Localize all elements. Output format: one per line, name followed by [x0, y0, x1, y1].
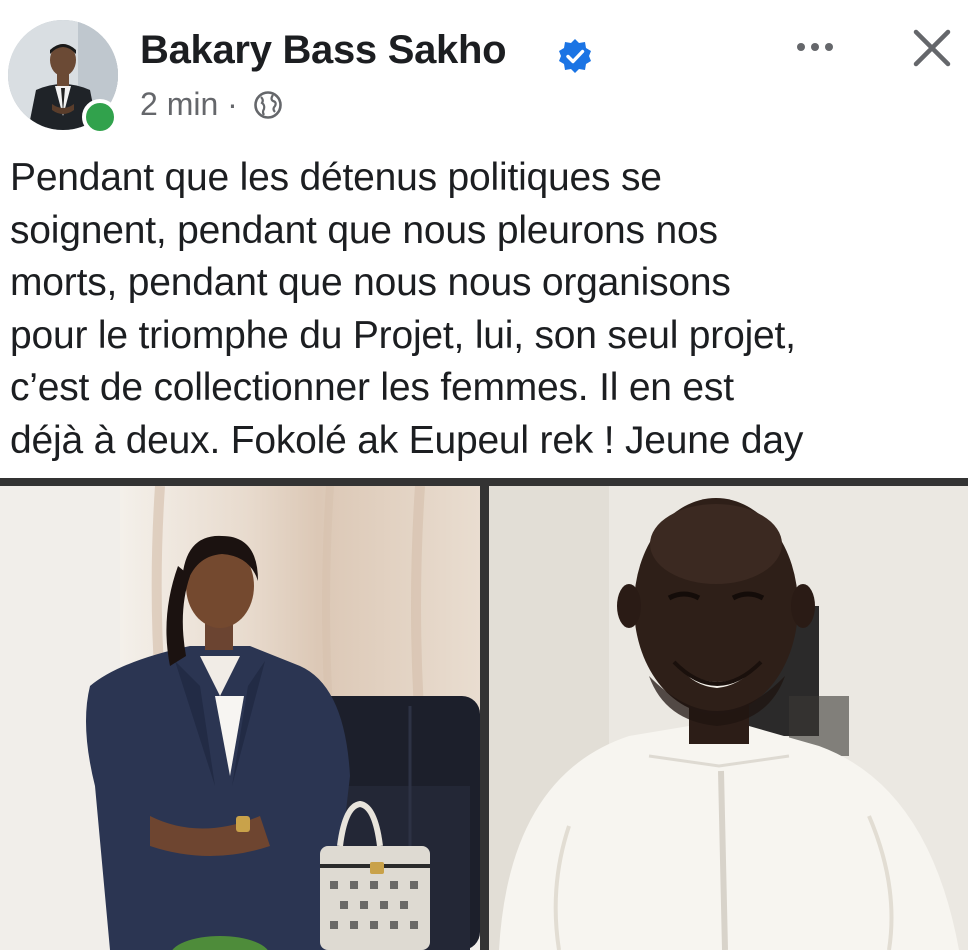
- close-icon[interactable]: [904, 20, 960, 76]
- post-meta: 2 min ·: [140, 84, 283, 123]
- post-header: Bakary Bass Sakho 2 min ·: [0, 0, 968, 140]
- author-name[interactable]: Bakary Bass Sakho: [140, 28, 507, 73]
- meta-separator: ·: [227, 86, 238, 123]
- photo-man-illustration: [489, 486, 968, 950]
- post-text-line: Pendant que les détenus politiques se: [10, 156, 662, 199]
- post-text-line: soignent, pendant que nous pleurons nos: [10, 208, 718, 252]
- post-timestamp[interactable]: 2 min: [140, 86, 218, 122]
- photo-woman-seated[interactable]: [0, 486, 480, 950]
- more-options-button[interactable]: [780, 22, 850, 72]
- post-text-line: c’est de collectionner les femmes. Il en…: [10, 366, 734, 409]
- verified-badge-icon: [559, 39, 591, 73]
- photo-woman-illustration: [0, 486, 480, 950]
- post-text-line: déjà à deux. Fokolé ak Eupeul rek ! Jeun…: [10, 418, 804, 462]
- globe-icon: [253, 90, 282, 119]
- post-text-line: morts, pendant que nous nous organisons: [10, 261, 731, 304]
- post-text-line: pour le triomphe du Projet, lui, son seu…: [10, 313, 796, 357]
- more-horizontal-icon: [797, 43, 805, 51]
- photo-man-smiling[interactable]: [489, 486, 968, 950]
- online-status-indicator: [82, 99, 118, 135]
- post-text: Pendant que les détenus politiques se so…: [10, 152, 960, 467]
- photo-grid: [0, 478, 968, 950]
